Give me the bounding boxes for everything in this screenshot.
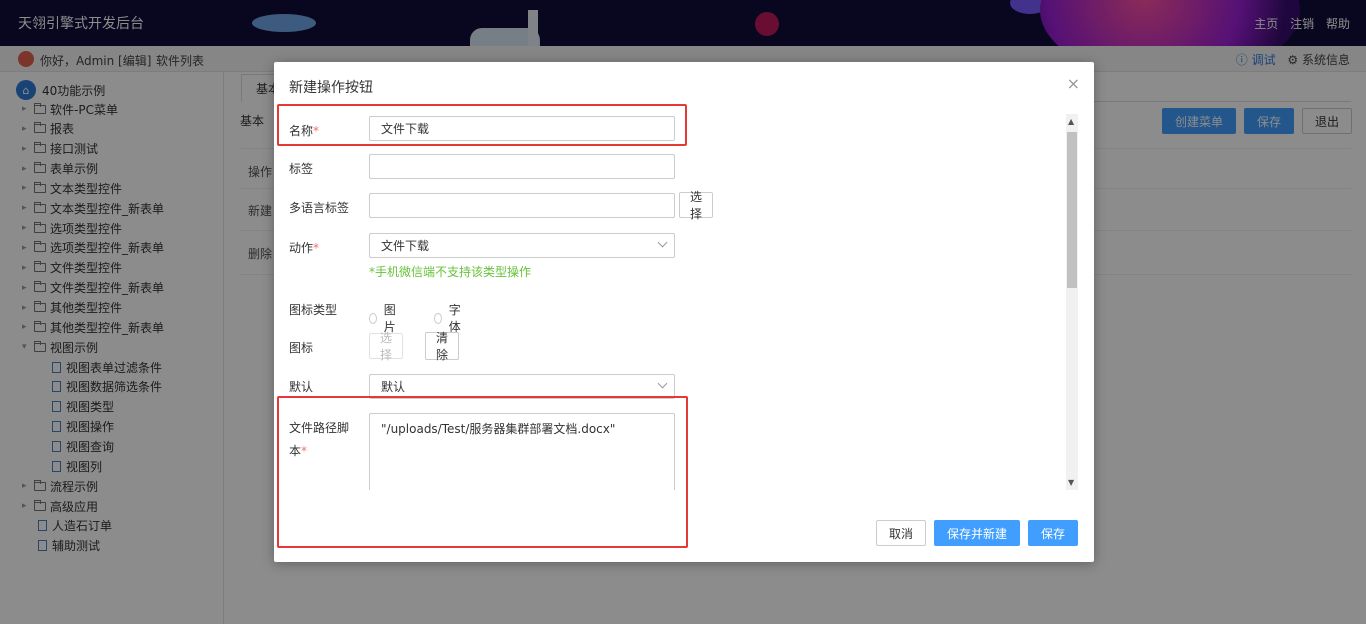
i18n-select-button[interactable]: 选择 (679, 190, 714, 221)
dialog-footer: 取消 保存并新建 保存 (875, 520, 1078, 546)
highlight-box-file-path (277, 396, 688, 548)
default-select-value: 默认 (381, 380, 406, 394)
scroll-down-icon[interactable]: ▼ (1068, 478, 1074, 487)
tag-label: 标签 (289, 162, 314, 176)
scrollbar-thumb[interactable] (1067, 132, 1077, 288)
i18n-label: 多语言标签 (289, 201, 350, 215)
chevron-down-icon (657, 378, 668, 389)
default-label: 默认 (289, 380, 314, 394)
radio-font-label: 字体 (448, 303, 461, 334)
icon-label: 图标 (289, 341, 314, 355)
i18n-input[interactable] (369, 193, 675, 218)
icon-select-button[interactable]: 选择 (369, 331, 404, 362)
scroll-up-icon[interactable]: ▲ (1068, 117, 1074, 126)
action-label: 动作* (289, 241, 320, 255)
action-select[interactable]: 文件下载 (369, 233, 675, 258)
action-hint: *手机微信端不支持该类型操作 (369, 265, 532, 279)
icon-type-label: 图标类型 (289, 303, 338, 317)
radio-circle (434, 312, 442, 324)
action-select-value: 文件下载 (381, 239, 430, 253)
icon-clear-button[interactable]: 清除 (425, 331, 460, 362)
radio-circle (369, 312, 377, 324)
close-icon[interactable]: × (1067, 74, 1080, 93)
dialog-save-button[interactable]: 保存 (1027, 520, 1078, 546)
chevron-down-icon (657, 237, 668, 248)
cancel-button[interactable]: 取消 (875, 520, 926, 546)
save-and-new-button[interactable]: 保存并新建 (933, 520, 1020, 546)
dialog-title: 新建操作按钮 (289, 80, 373, 96)
highlight-box-name (277, 104, 687, 146)
tag-input[interactable] (369, 154, 675, 179)
dialog-scrollbar[interactable]: ▲ ▼ (1066, 114, 1078, 490)
